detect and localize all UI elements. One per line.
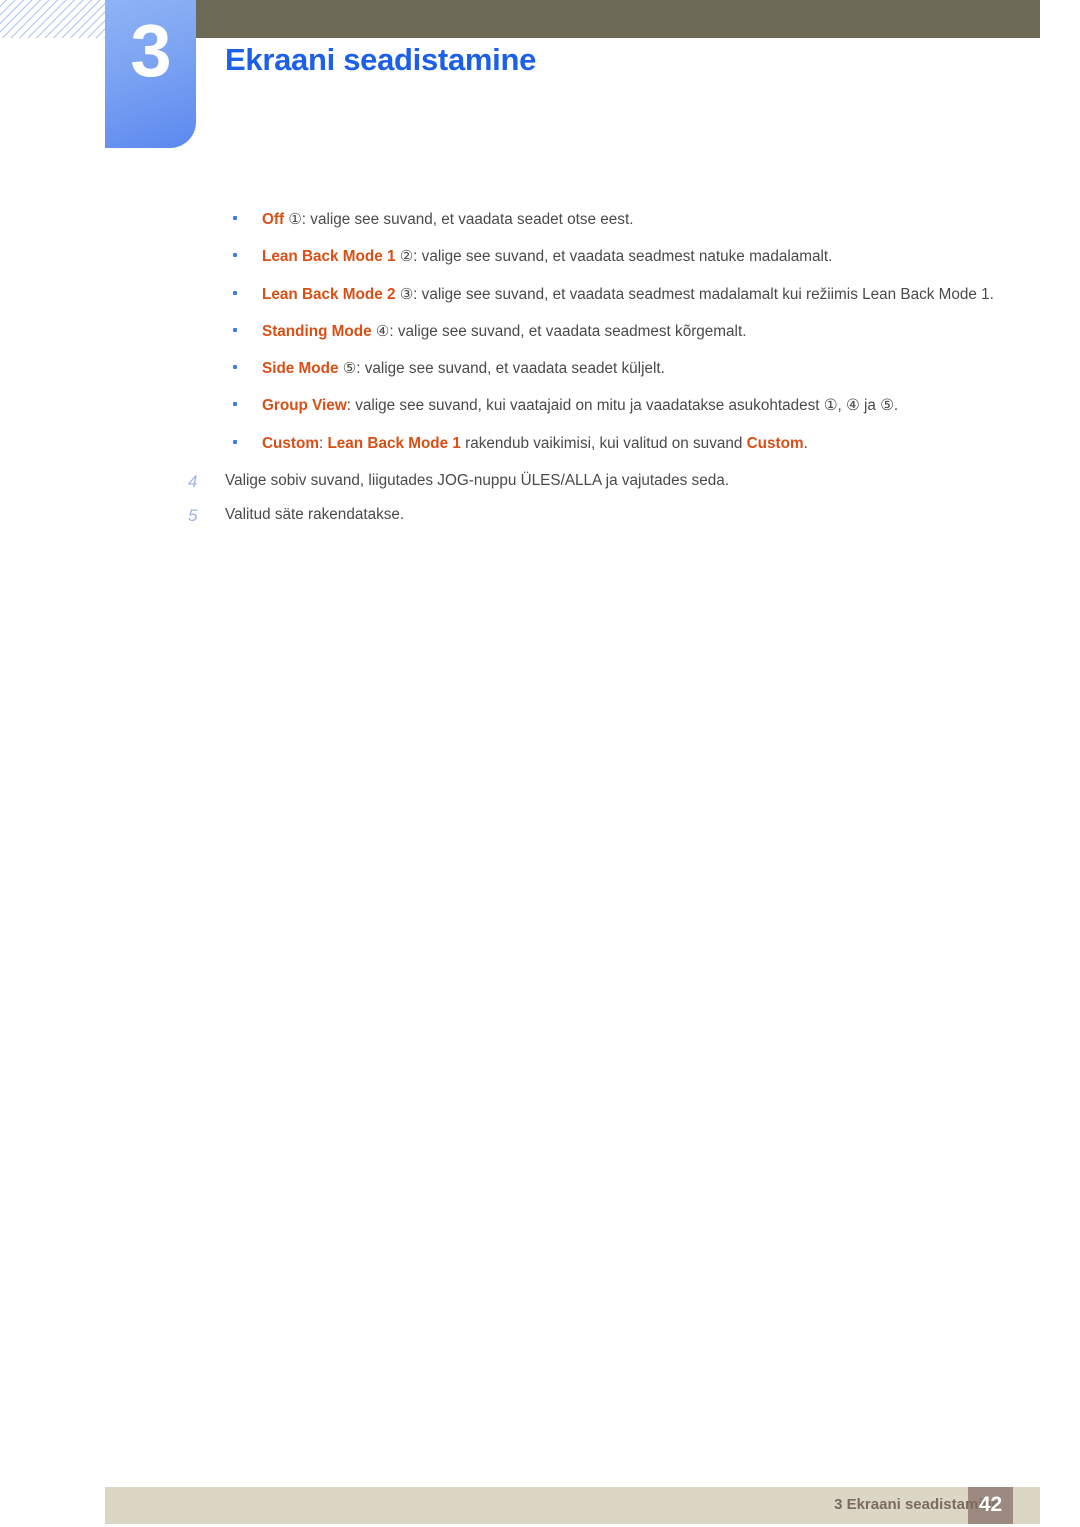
circled-marker-icon: ④ — [375, 321, 390, 340]
header-olive-bar — [196, 0, 1040, 38]
page-number: 42 — [978, 1493, 1003, 1516]
circled-marker-icon: ② — [399, 247, 414, 266]
option-term: Side Mode — [262, 360, 339, 377]
list-item: Lean Back Mode 2 ③: valige see suvand, e… — [0, 283, 1080, 306]
custom-end-text: . — [803, 434, 808, 452]
option-term: Group View — [262, 397, 347, 415]
option-term: Standing Mode — [262, 322, 372, 340]
bullet-dot-icon — [233, 402, 237, 407]
option-term-custom-2: Custom — [746, 434, 804, 452]
option-term: Lean Back Mode 1 — [262, 248, 396, 266]
circled-marker-icon: ⑤ — [342, 359, 357, 377]
bullet-dot-icon — [233, 439, 237, 444]
step-item: 4 Valige sobiv suvand, liigutades JOG-nu… — [0, 469, 1080, 492]
step-number: 5 — [188, 506, 198, 525]
option-description: : valige see suvand, et vaadata seadmest… — [389, 322, 747, 340]
bullet-dot-icon — [233, 327, 237, 332]
step-number: 4 — [188, 471, 198, 491]
option-description: : valige see suvand, et vaadata seadmest… — [413, 248, 833, 266]
list-item: Group View: valige see suvand, kui vaata… — [0, 394, 1080, 417]
chapter-number-block: 3 — [105, 0, 196, 148]
option-term-custom: Custom — [262, 434, 319, 452]
list-item: Off ①: valige see suvand, et vaadata sea… — [0, 208, 1080, 231]
option-description: : valige see suvand, et vaadata seadet k… — [356, 360, 665, 377]
bullet-dot-icon — [233, 365, 237, 369]
bullet-dot-icon — [233, 216, 237, 220]
step-item: 5 Valitud säte rakendatakse. — [0, 503, 1080, 526]
step-text: Valige sobiv suvand, liigutades JOG-nupp… — [225, 471, 729, 489]
list-item: Standing Mode ④: valige see suvand, et v… — [0, 320, 1080, 343]
page-content: Off ①: valige see suvand, et vaadata sea… — [0, 208, 1080, 537]
chapter-number: 3 — [130, 9, 171, 92]
option-description: : valige see suvand, kui vaatajaid on mi… — [346, 397, 899, 415]
page-title: Ekraani seadistamine — [225, 42, 537, 77]
circled-marker-icon: ③ — [399, 284, 414, 303]
custom-middle-text: rakendub vaikimisi, kui valitud on suvan… — [460, 434, 747, 452]
bullet-dot-icon — [233, 253, 237, 258]
option-description: : valige see suvand, et vaadata seadmest… — [413, 285, 994, 303]
option-description: : valige see suvand, et vaadata seadet o… — [301, 211, 634, 228]
circled-marker-icon: ① — [288, 210, 302, 228]
header-hatch-pattern — [0, 0, 105, 38]
list-item-custom: Custom: Lean Back Mode 1 rakendub vaikim… — [0, 432, 1080, 455]
option-term: Off — [262, 211, 285, 228]
list-item: Lean Back Mode 1 ②: valige see suvand, e… — [0, 245, 1080, 268]
list-item: Side Mode ⑤: valige see suvand, et vaada… — [0, 357, 1080, 380]
step-text: Valitud säte rakendatakse. — [225, 506, 405, 523]
option-term: Lean Back Mode 2 — [262, 285, 396, 303]
option-term-leanback: Lean Back Mode 1 — [327, 434, 461, 452]
bullet-dot-icon — [233, 290, 237, 295]
